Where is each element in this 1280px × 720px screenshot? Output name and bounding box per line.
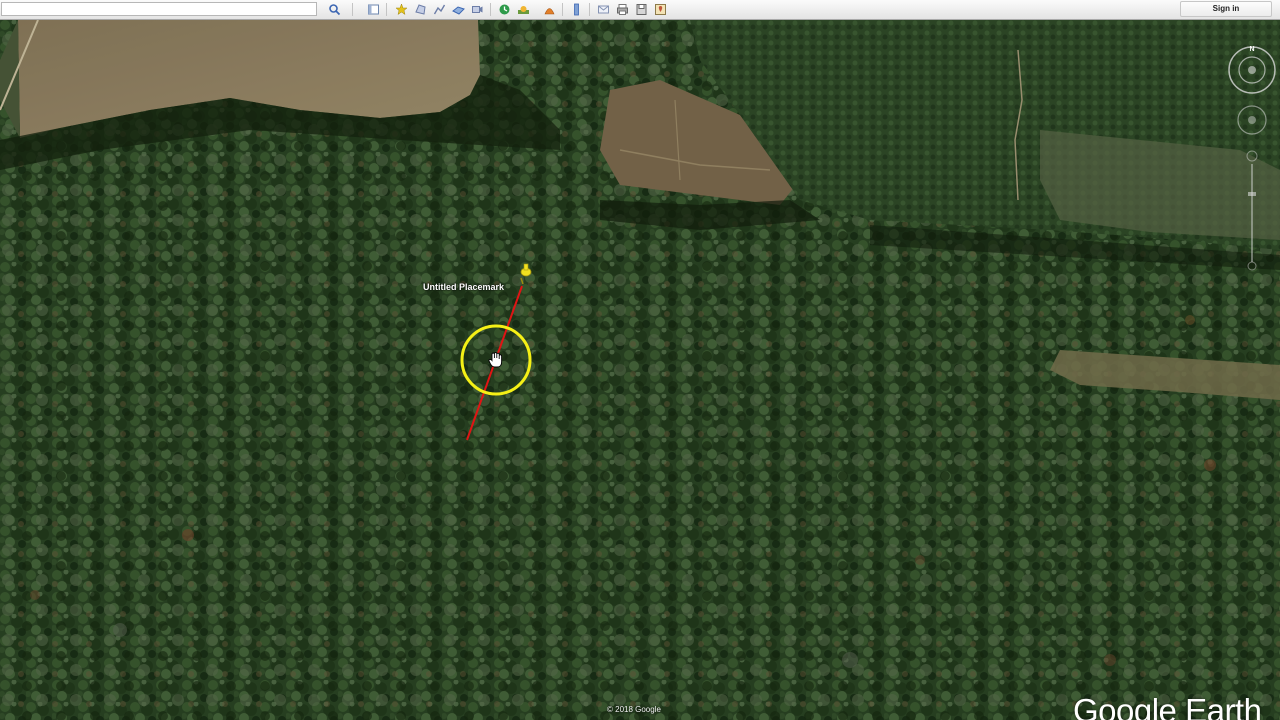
add-polygon-button[interactable] <box>413 2 428 17</box>
look-joystick-icon[interactable] <box>1237 105 1267 135</box>
search-button[interactable] <box>327 2 342 17</box>
add-path-icon <box>433 4 446 15</box>
view-in-maps-icon <box>655 4 666 15</box>
ruler-icon <box>574 3 579 16</box>
print-icon <box>617 4 628 15</box>
google-earth-logo: Google Earth <box>1073 692 1262 720</box>
satellite-imagery <box>0 20 1280 720</box>
image-overlay-button[interactable] <box>451 2 466 17</box>
switch-to-sky-button[interactable] <box>542 2 557 17</box>
historical-imagery-button[interactable] <box>497 2 512 17</box>
add-placemark-icon <box>395 3 408 16</box>
historical-imagery-icon <box>499 4 510 15</box>
sunlight-button[interactable] <box>516 2 531 17</box>
navigation-controls: N <box>1228 46 1276 271</box>
copyright-text: © 2018 Google <box>607 705 661 714</box>
record-tour-button[interactable] <box>470 2 485 17</box>
zoom-slider[interactable] <box>1246 150 1258 271</box>
image-overlay-icon <box>452 6 465 15</box>
sign-in-button[interactable]: Sign in <box>1180 1 1272 17</box>
toolbar-separator <box>562 3 563 16</box>
compass-icon[interactable]: N <box>1228 46 1276 94</box>
ruler-button[interactable] <box>569 2 584 17</box>
sidebar-toggle-button[interactable] <box>366 2 381 17</box>
toolbar-separator <box>589 3 590 16</box>
email-button[interactable] <box>596 2 611 17</box>
search-icon <box>329 4 341 16</box>
switch-to-sky-icon <box>544 8 555 15</box>
toolbar: Sign in <box>0 0 1280 20</box>
add-polygon-icon <box>415 4 426 15</box>
save-image-button[interactable] <box>634 2 649 17</box>
toolbar-separator <box>352 3 353 16</box>
add-placemark-button[interactable] <box>394 2 409 17</box>
view-in-maps-button[interactable] <box>653 2 668 17</box>
save-image-icon <box>636 4 647 15</box>
sunlight-icon <box>518 6 529 14</box>
record-tour-icon <box>472 6 483 13</box>
placemark-label[interactable]: Untitled Placemark <box>423 282 504 292</box>
toolbar-separator <box>386 3 387 16</box>
email-icon <box>598 5 609 14</box>
print-button[interactable] <box>615 2 630 17</box>
toolbar-separator <box>490 3 491 16</box>
search-input[interactable] <box>1 2 317 16</box>
compass-north-label: N <box>1249 46 1254 53</box>
sidebar-toggle-icon <box>368 4 379 15</box>
add-path-button[interactable] <box>432 2 447 17</box>
map-view[interactable]: N Untitled Placemark © 2018 Google Googl… <box>0 20 1280 720</box>
